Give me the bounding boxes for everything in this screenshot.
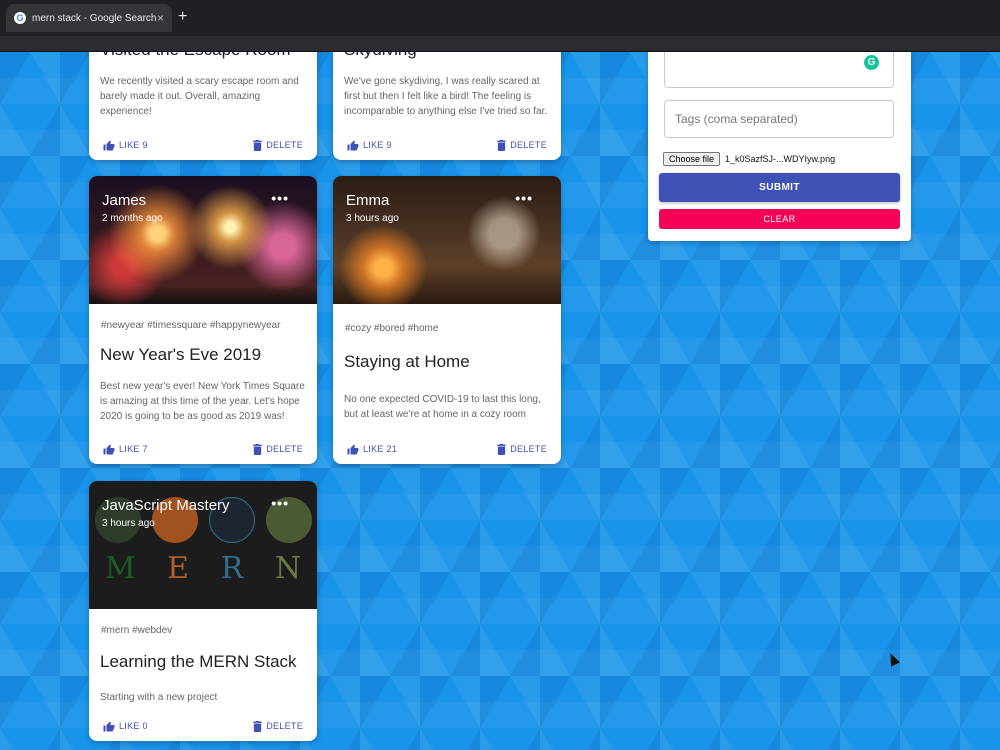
post-title: Skydiving [333,52,561,60]
like-button[interactable]: LIKE 7 [103,444,148,455]
trash-icon [497,443,506,455]
post-creator: Emma [346,192,390,209]
like-button[interactable]: LIKE 0 [103,721,148,732]
post-actions: LIKE 9 DELETE [333,130,561,160]
post-tags: #cozy #bored #home [345,323,439,334]
tags-input[interactable] [664,100,894,138]
delete-button[interactable]: DELETE [497,139,547,151]
image-letter: M [104,551,136,586]
browser-tab-bar: G mern stack - Google Search × + [0,0,1000,36]
new-tab-icon[interactable]: + [178,8,187,26]
post-card: James 2 months ago ••• #newyear #timessq… [89,176,317,464]
delete-button[interactable]: DELETE [253,139,303,151]
post-message: Best new year's ever! New York Times Squ… [100,381,305,422]
delete-label: DELETE [510,140,547,150]
more-options-icon[interactable]: ••• [271,495,289,511]
post-card: Emma 3 hours ago ••• #cozy #bored #home … [333,176,561,464]
post-time: 3 hours ago [346,213,399,224]
post-card: M E R N JavaScript Mastery 3 hours ago •… [89,481,317,741]
mouse-cursor-icon [885,651,901,667]
like-label: LIKE 9 [363,140,392,150]
thumb-up-icon [103,721,115,731]
trash-icon [253,139,262,151]
post-title: Visited the Escape Room [89,52,317,60]
trash-icon [497,139,506,151]
image-letter: N [274,551,302,586]
file-input: Choose file 1_k0SazfSJ-...WDYIyw.png [663,152,835,166]
post-actions: LIKE 9 DELETE [89,130,317,160]
more-options-icon[interactable]: ••• [271,190,289,206]
like-label: LIKE 0 [119,721,148,731]
delete-button[interactable]: DELETE [253,443,303,455]
grammarly-icon[interactable]: G [864,55,879,70]
post-tags: #newyear #timessquare #happynewyear [101,320,281,331]
thumb-up-icon [103,140,115,150]
submit-button[interactable]: SUBMIT [659,173,900,202]
message-textarea[interactable]: G [664,52,894,88]
browser-toolbar [0,36,1000,52]
post-card: Skydiving We've gone skydiving, I was re… [333,52,561,160]
post-message: No one expected COVID-19 to last this lo… [344,394,541,420]
delete-button[interactable]: DELETE [253,720,303,732]
clear-button[interactable]: CLEAR [659,209,900,229]
thumb-up-icon [347,444,359,454]
more-options-icon[interactable]: ••• [515,190,533,206]
like-button[interactable]: LIKE 9 [347,140,392,151]
trash-icon [253,720,262,732]
post-title: New Year's Eve 2019 [100,345,262,364]
trash-icon [253,443,262,455]
post-image: Emma 3 hours ago ••• [333,176,561,304]
like-label: LIKE 7 [119,444,148,454]
delete-label: DELETE [266,721,303,731]
tab-close-icon[interactable]: × [157,11,164,25]
image-letter: R [220,551,244,586]
post-creator: JavaScript Mastery [102,497,230,514]
delete-label: DELETE [266,140,303,150]
thumb-up-icon [347,140,359,150]
like-label: LIKE 9 [119,140,148,150]
post-form: G Choose file 1_k0SazfSJ-...WDYIyw.png S… [648,52,911,241]
post-tags: #mern #webdev [101,625,173,636]
thumb-up-icon [103,444,115,454]
choose-file-button[interactable]: Choose file [663,152,721,166]
like-label: LIKE 21 [363,444,398,454]
delete-button[interactable]: DELETE [497,443,547,455]
image-letter: E [167,551,190,586]
file-name: 1_k0SazfSJ-...WDYIyw.png [725,154,836,164]
post-actions: LIKE 0 DELETE [89,711,317,741]
like-button[interactable]: LIKE 9 [103,140,148,151]
delete-label: DELETE [266,444,303,454]
post-message: Starting with a new project [100,692,218,703]
post-time: 3 hours ago [102,518,155,529]
post-image: M E R N JavaScript Mastery 3 hours ago •… [89,481,317,609]
like-button[interactable]: LIKE 21 [347,444,397,455]
post-creator: James [102,192,147,209]
post-message: We've gone skydiving, I was really scare… [344,76,548,117]
post-message: We recently visited a scary escape room … [100,76,299,117]
tab-title: mern stack - Google Search [32,12,157,24]
post-title: Learning the MERN Stack [100,652,297,671]
post-card: Visited the Escape Room We recently visi… [89,52,317,160]
post-actions: LIKE 7 DELETE [89,434,317,464]
delete-label: DELETE [510,444,547,454]
google-favicon-icon: G [14,12,26,24]
post-image: James 2 months ago ••• [89,176,317,304]
post-title: Staying at Home [344,352,470,371]
post-time: 2 months ago [102,213,163,224]
mern-letters: M E R N [89,551,317,586]
post-actions: LIKE 21 DELETE [333,434,561,464]
browser-tab[interactable]: G mern stack - Google Search × [6,4,172,32]
